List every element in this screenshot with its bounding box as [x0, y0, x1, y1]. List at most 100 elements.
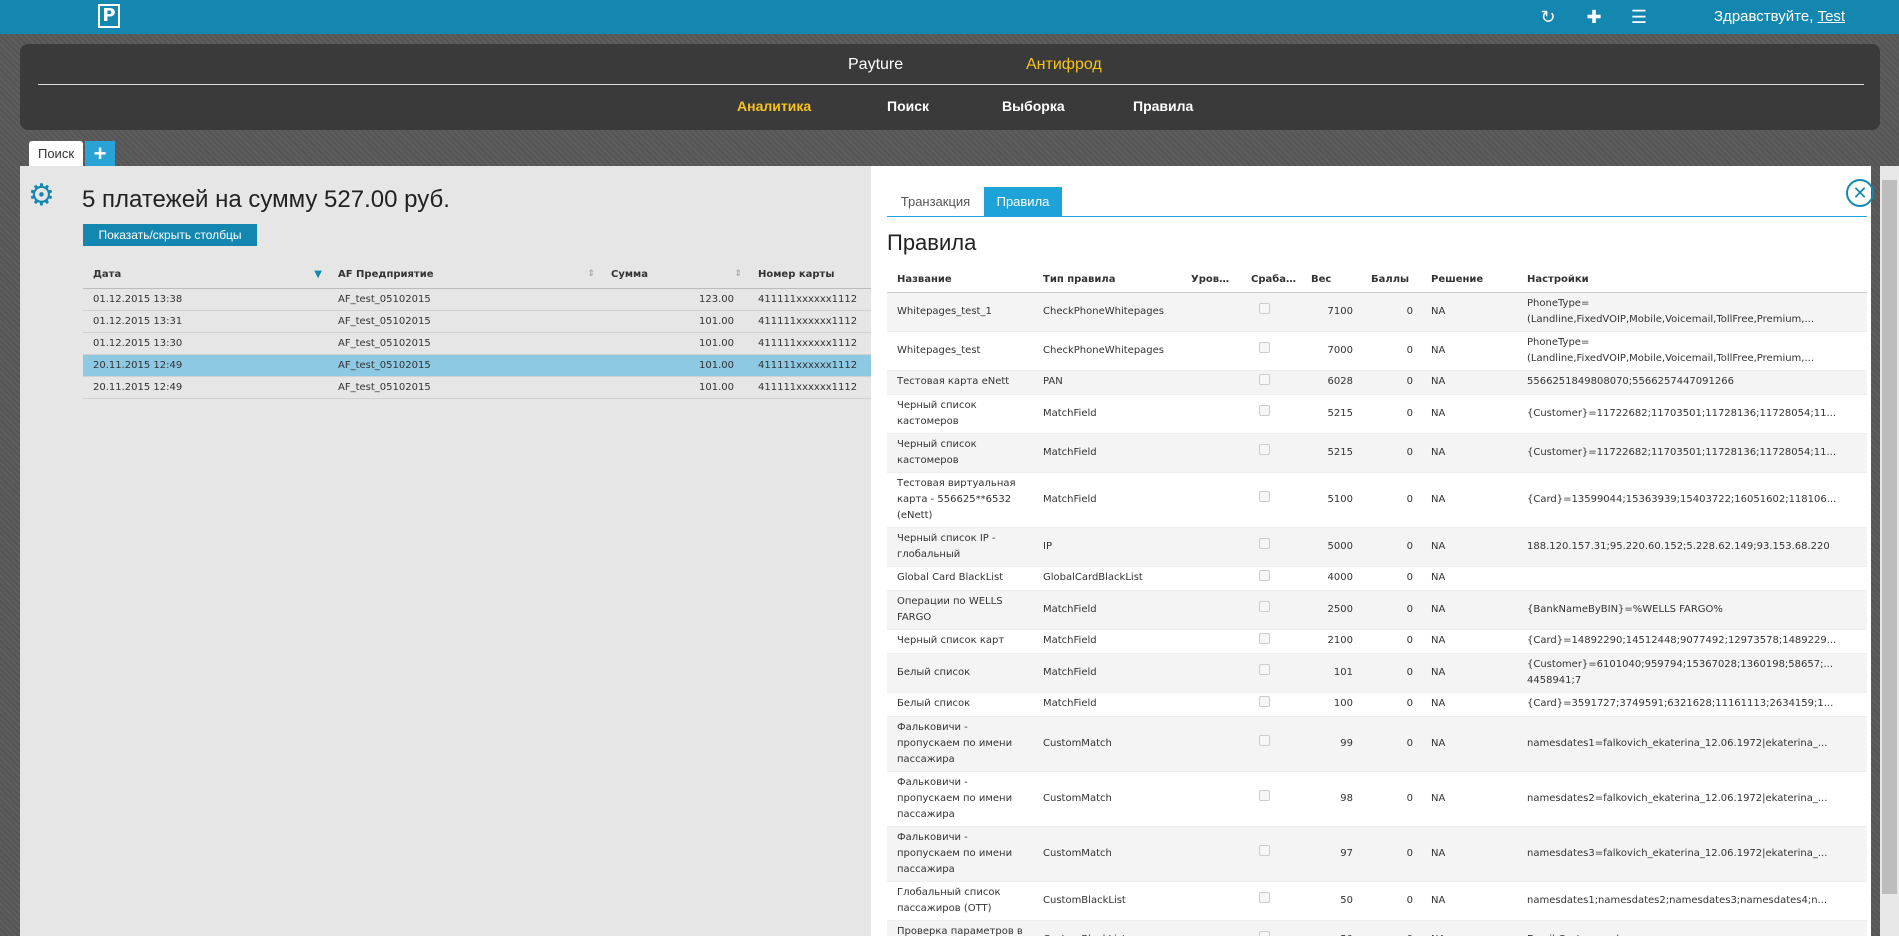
rule-row[interactable]: Черный список IP - глобальный IP 5000 0 NA 18… [887, 527, 1867, 567]
cell-points: 0 [1361, 881, 1421, 921]
rule-row[interactable]: Операции по WELLS FARGO MatchField 2500 0 NA… [887, 590, 1867, 630]
triggered-checkbox[interactable] [1259, 892, 1270, 903]
clipboard-icon[interactable]: ☰ [1628, 6, 1650, 28]
cell-level [1181, 653, 1241, 693]
tab-search[interactable]: Поиск [29, 141, 83, 166]
cell-weight: 99 [1301, 716, 1361, 772]
column-header-points[interactable]: Баллы [1361, 268, 1421, 293]
triggered-checkbox[interactable] [1259, 303, 1270, 314]
rule-row[interactable]: Проверка параметров в черном списке_Cust… [887, 920, 1867, 936]
cell-points: 0 [1361, 292, 1421, 332]
table-row-selected[interactable]: 20.11.2015 12:49 AF_test_05102015 101.00… [83, 354, 872, 377]
cell-merchant: AF_test_05102015 [328, 288, 601, 311]
cell-rule-name: Тестовая виртуальная карта - 556625**653… [887, 472, 1033, 528]
triggered-checkbox[interactable] [1259, 405, 1270, 416]
cell-settings: namesdates1;namesdates2;namesdates3;name… [1517, 881, 1867, 921]
column-header-amount[interactable]: Сумма ⇕ [601, 262, 748, 289]
cell-decision: NA [1421, 826, 1517, 882]
refresh-icon[interactable]: ↻ [1537, 6, 1559, 28]
gear-icon[interactable]: ⚙ [28, 178, 55, 213]
table-row[interactable]: 20.11.2015 12:49 AF_test_05102015 101.00… [83, 376, 872, 399]
triggered-checkbox[interactable] [1259, 569, 1270, 581]
rule-row[interactable]: Whitepages_test_1 CheckPhoneWhitepages 710… [887, 292, 1867, 332]
cell-weight: 50 [1301, 920, 1361, 936]
column-header-card[interactable]: Номер карты [748, 262, 872, 289]
cell-rule-name: Черный список карт [887, 629, 1033, 654]
nav-antifraud[interactable]: Антифрод [1026, 56, 1102, 74]
column-header-name[interactable]: Название [887, 268, 1033, 293]
cell-rule-name: Тестовая карта eNett [887, 370, 1033, 395]
rule-row[interactable]: Фальковичи - пропускаем по имени пассажи… [887, 826, 1867, 882]
table-row[interactable]: 01.12.2015 13:31 AF_test_05102015 101.00… [83, 310, 872, 333]
cell-settings: {Card}=3591727;3749591;6321628;11161113;… [1517, 692, 1867, 717]
rule-row[interactable]: Фальковичи - пропускаем по имени пассажи… [887, 716, 1867, 772]
cell-date: 01.12.2015 13:30 [83, 332, 328, 355]
rule-row[interactable]: Global Card BlackList GlobalCardBlackList… [887, 566, 1867, 591]
triggered-checkbox[interactable] [1259, 632, 1270, 644]
column-header-level[interactable]: Уров… [1181, 268, 1241, 293]
triggered-checkbox[interactable] [1259, 444, 1270, 455]
top-bar: P ↻ ✚ ☰ Здравствуйте, Test [0, 0, 1899, 34]
triggered-checkbox[interactable] [1259, 845, 1270, 856]
sort-desc-icon[interactable]: ▼ [314, 269, 322, 280]
rule-row[interactable]: Белый список MatchField 100 0 NA {Card}=35917… [887, 692, 1867, 717]
column-header-weight[interactable]: Вес [1301, 268, 1361, 293]
column-header-triggered[interactable]: Сраба… [1241, 268, 1301, 293]
rule-row[interactable]: Белый список MatchField 101 0 NA {Customer}=6… [887, 653, 1867, 693]
tab-transaction[interactable]: Транзакция [887, 187, 984, 216]
rule-row[interactable]: Whitepages_test CheckPhoneWhitepages 7000 0… [887, 331, 1867, 371]
toggle-columns-button[interactable]: Показать/скрыть столбцы [83, 224, 257, 246]
cell-rule-type: MatchField [1033, 590, 1181, 630]
cell-triggered [1241, 472, 1301, 528]
triggered-checkbox[interactable] [1259, 491, 1270, 502]
column-header-date[interactable]: Дата ▼ [83, 262, 328, 289]
user-link[interactable]: Test [1818, 8, 1846, 25]
medical-kit-icon[interactable]: ✚ [1583, 6, 1605, 28]
cell-points: 0 [1361, 629, 1421, 654]
column-header-decision[interactable]: Решение [1421, 268, 1517, 293]
rule-row[interactable]: Черный список кастомеров MatchField 5215 0 N… [887, 394, 1867, 434]
cell-rule-type: CheckPhoneWhitepages [1033, 331, 1181, 371]
triggered-checkbox[interactable] [1259, 735, 1270, 746]
triggered-checkbox[interactable] [1259, 538, 1270, 549]
cell-triggered [1241, 881, 1301, 921]
column-header-settings[interactable]: Настройки [1517, 268, 1867, 293]
close-icon[interactable]: ✕ [1846, 179, 1874, 207]
rule-row[interactable]: Черный список карт MatchField 2100 0 NA {Card… [887, 629, 1867, 654]
rule-row[interactable]: Черный список кастомеров MatchField 5215 0 N… [887, 433, 1867, 473]
rule-row[interactable]: Фальковичи - пропускаем по имени пассажи… [887, 771, 1867, 827]
cell-rule-type: CustomBlackList [1033, 920, 1181, 936]
column-header-merchant[interactable]: AF Предприятие ⇕ [328, 262, 601, 289]
nav-search[interactable]: Поиск [887, 98, 929, 114]
table-row[interactable]: 01.12.2015 13:38 AF_test_05102015 123.00… [83, 288, 872, 311]
payture-logo[interactable]: P [98, 4, 120, 28]
table-row[interactable]: 01.12.2015 13:30 AF_test_05102015 101.00… [83, 332, 872, 355]
rule-row[interactable]: Тестовая виртуальная карта - 556625**653… [887, 472, 1867, 528]
add-tab-button[interactable]: + [85, 141, 115, 166]
rule-row[interactable]: Тестовая карта eNett PAN 6028 0 NA 5566251849… [887, 370, 1867, 395]
tab-rules[interactable]: Правила [984, 187, 1062, 216]
sort-icon[interactable]: ⇕ [587, 269, 595, 279]
cell-rule-name: Фальковичи - пропускаем по имени пассажи… [887, 716, 1033, 772]
triggered-checkbox[interactable] [1259, 373, 1270, 385]
scrollbar-thumb[interactable] [1882, 180, 1897, 894]
rule-row[interactable]: Глобальный список пассажиров (OTT) Custom… [887, 881, 1867, 921]
triggered-checkbox[interactable] [1259, 790, 1270, 801]
sort-icon[interactable]: ⇕ [734, 269, 742, 279]
payments-summary: 5 платежей на сумму 527.00 руб. [82, 186, 450, 213]
nav-rules[interactable]: Правила [1133, 98, 1193, 114]
triggered-checkbox[interactable] [1259, 664, 1270, 675]
triggered-checkbox[interactable] [1259, 695, 1270, 707]
cell-settings [1517, 566, 1867, 591]
cell-level [1181, 472, 1241, 528]
nav-selection[interactable]: Выборка [1002, 98, 1065, 114]
triggered-checkbox[interactable] [1259, 342, 1270, 353]
scrollbar[interactable] [1880, 166, 1899, 936]
nav-analytics[interactable]: Аналитика [737, 98, 811, 114]
cell-card: 411111xxxxxx1112 [748, 354, 872, 377]
nav-payture[interactable]: Payture [848, 56, 903, 74]
cell-points: 0 [1361, 716, 1421, 772]
triggered-checkbox[interactable] [1259, 931, 1270, 936]
triggered-checkbox[interactable] [1259, 601, 1270, 612]
column-header-rule-type[interactable]: Тип правила [1033, 268, 1181, 293]
